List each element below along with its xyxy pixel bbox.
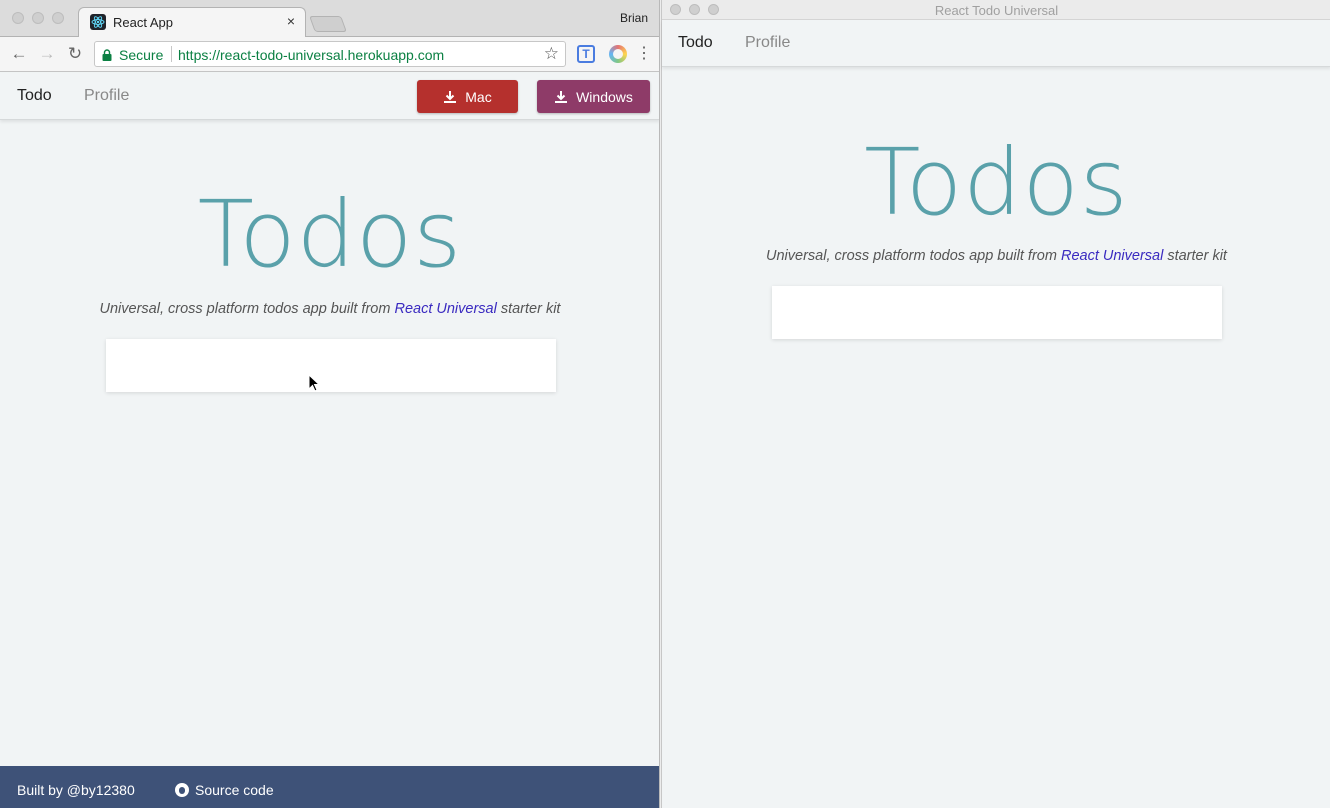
download-mac-button[interactable]: Mac <box>417 80 518 113</box>
new-tab-button[interactable] <box>309 16 347 32</box>
electron-titlebar: React Todo Universal <box>662 0 1330 20</box>
app-footer: Built by @by12380 Source code <box>0 766 659 808</box>
nav-todo-link[interactable]: Todo <box>17 87 52 105</box>
page-title: Todos <box>864 129 1129 236</box>
subtitle-text-before: Universal, cross platform todos app buil… <box>99 301 395 317</box>
address-bar[interactable]: Secure https://react-todo-universal.hero… <box>94 41 566 67</box>
minimize-window-button[interactable] <box>32 12 44 24</box>
built-by-link[interactable]: Built by @by12380 <box>17 782 135 798</box>
forward-icon[interactable]: → <box>38 45 56 63</box>
source-code-link[interactable]: Source code <box>175 782 274 798</box>
secure-label: Secure <box>119 47 164 63</box>
subtitle-text-after: starter kit <box>1163 248 1227 264</box>
react-universal-link[interactable]: React Universal <box>394 301 496 317</box>
profile-name[interactable]: Brian <box>620 11 648 25</box>
react-universal-link[interactable]: React Universal <box>1061 248 1163 264</box>
download-icon <box>444 90 457 103</box>
subtitle-text-before: Universal, cross platform todos app buil… <box>766 248 1061 264</box>
browser-tab[interactable]: React App × <box>78 7 306 37</box>
browser-toolbar: ← → ↻ Secure https://react-todo-universa… <box>0 37 659 72</box>
page-title: Todos <box>197 181 463 288</box>
reload-icon[interactable]: ↻ <box>66 45 84 63</box>
github-icon <box>175 783 189 797</box>
nav-profile-link[interactable]: Profile <box>84 87 129 105</box>
subtitle-text-after: starter kit <box>496 301 561 317</box>
window-title: React Todo Universal <box>934 3 1059 18</box>
bookmark-star-icon[interactable]: ☆ <box>544 44 559 64</box>
tab-title: React App <box>113 15 173 30</box>
url-text[interactable]: https://react-todo-universal.herokuapp.c… <box>178 47 444 63</box>
lock-icon <box>102 49 112 61</box>
electron-window: React Todo Universal Todo Profile Todos … <box>661 0 1330 808</box>
back-icon[interactable]: ← <box>10 45 28 63</box>
address-separator <box>171 46 172 62</box>
maximize-window-button[interactable] <box>52 12 64 24</box>
extension-color-icon[interactable] <box>609 45 627 63</box>
download-windows-button[interactable]: Windows <box>537 80 650 113</box>
source-code-label: Source code <box>195 782 274 798</box>
app-navbar: Todo Profile Mac Windows <box>0 73 659 120</box>
window-controls <box>12 12 64 24</box>
mouse-pointer-icon <box>308 374 320 392</box>
page-subtitle: Universal, cross platform todos app buil… <box>662 248 1330 264</box>
nav-todo-link[interactable]: Todo <box>678 34 713 52</box>
react-favicon-icon <box>90 14 106 30</box>
nav-profile-link[interactable]: Profile <box>745 34 790 52</box>
download-icon <box>555 90 568 103</box>
tab-close-icon[interactable]: × <box>283 13 299 29</box>
download-windows-label: Windows <box>576 88 633 105</box>
close-window-button[interactable] <box>12 12 24 24</box>
extension-t-icon[interactable]: T <box>577 45 595 63</box>
page-subtitle: Universal, cross platform todos app buil… <box>0 301 659 317</box>
chrome-window: React App × Brian ← → ↻ Secure https://r… <box>0 0 660 808</box>
app-navbar: Todo Profile <box>662 20 1330 67</box>
new-todo-input[interactable] <box>106 339 556 392</box>
new-todo-input[interactable] <box>772 286 1222 339</box>
browser-menu-icon[interactable]: ⋮ <box>636 44 652 64</box>
download-mac-label: Mac <box>465 88 492 105</box>
tab-strip: React App × Brian <box>0 0 659 37</box>
